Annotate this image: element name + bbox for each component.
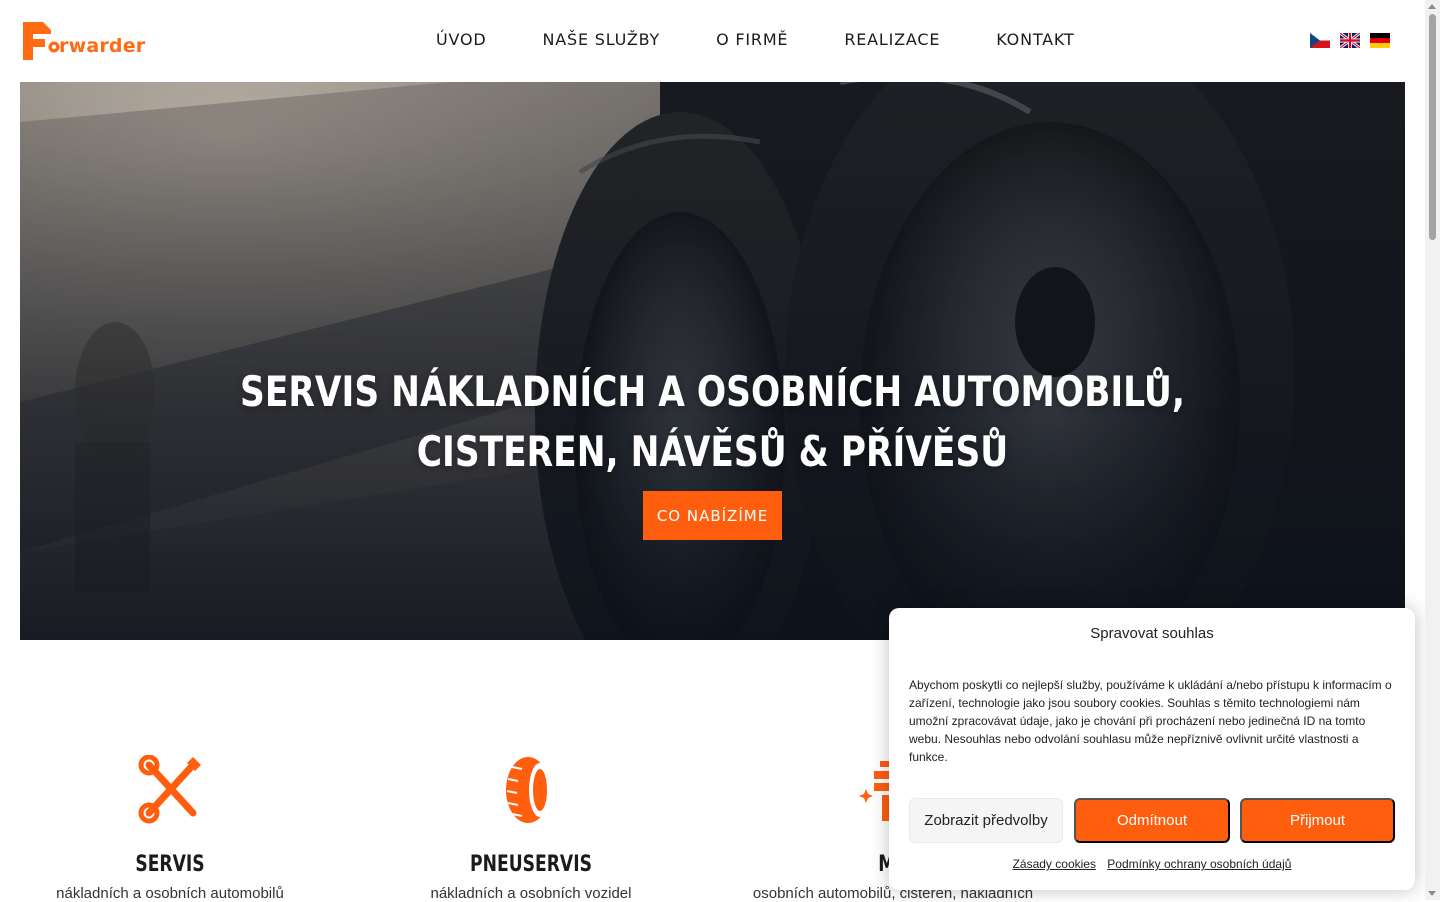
- forwarder-logo[interactable]: rwarder: [21, 20, 145, 62]
- cz-flag-icon[interactable]: [1310, 33, 1330, 48]
- privacy-policy-link[interactable]: Podmínky ochrany osobních údajů: [1107, 857, 1291, 871]
- nav-item-uvod[interactable]: ÚVOD: [408, 30, 515, 49]
- service-subtitle: nákladních a osobních automobilů: [56, 885, 284, 902]
- tools-icon: [138, 754, 201, 824]
- view-preferences-button[interactable]: Zobrazit předvolby: [909, 798, 1063, 843]
- cookie-consent-dialog: Spravovat souhlas Abychom poskytli co ne…: [889, 608, 1415, 890]
- hero-title-line-1: SERVIS NÁKLADNÍCH A OSOBNÍCH AUTOMOBILŮ,: [240, 367, 1185, 417]
- scroll-up-icon[interactable]: [1428, 4, 1436, 9]
- tire-icon: [506, 757, 551, 823]
- cookie-links: Zásady cookies Podmínky ochrany osobních…: [889, 857, 1415, 871]
- nav-item-contact[interactable]: KONTAKT: [968, 30, 1102, 49]
- cookie-policy-link[interactable]: Zásady cookies: [1013, 857, 1096, 871]
- nav-item-projects[interactable]: REALIZACE: [816, 30, 968, 49]
- hero-title: SERVIS NÁKLADNÍCH A OSOBNÍCH AUTOMOBILŮ,…: [145, 362, 1281, 482]
- cookie-title: Spravovat souhlas: [1090, 625, 1214, 642]
- logo-mark-icon: [21, 20, 61, 62]
- hero-banner: SERVIS NÁKLADNÍCH A OSOBNÍCH AUTOMOBILŮ,…: [20, 82, 1405, 640]
- page-scrollbar[interactable]: [1425, 0, 1440, 900]
- main-nav: ÚVOD NAŠE SLUŽBY O FIRMĚ REALIZACE KONTA…: [408, 30, 1103, 49]
- nav-item-about[interactable]: O FIRMĚ: [688, 30, 816, 49]
- uk-flag-icon[interactable]: [1340, 33, 1360, 48]
- site-header: rwarder ÚVOD NAŠE SLUŽBY O FIRMĚ REALIZA…: [0, 0, 1425, 82]
- accept-button[interactable]: Přijmout: [1240, 798, 1395, 843]
- service-servis[interactable]: SERVIS nákladních a osobních automobilů: [20, 754, 320, 902]
- cookie-text: Abychom poskytli co nejlepší služby, pou…: [909, 678, 1392, 764]
- de-flag-icon[interactable]: [1370, 33, 1390, 48]
- service-title: SERVIS: [135, 852, 205, 877]
- logo-text: rwarder: [59, 35, 146, 57]
- scroll-thumb[interactable]: [1429, 14, 1436, 240]
- nav-item-services[interactable]: NAŠE SLUŽBY: [515, 30, 689, 49]
- language-switcher: [1310, 33, 1390, 48]
- hero-truck-tires-image: [20, 82, 1405, 640]
- service-title: PNEUSERVIS: [470, 852, 592, 877]
- scroll-down-icon[interactable]: [1428, 891, 1436, 896]
- service-subtitle: nákladních a osobních vozidel: [430, 885, 632, 902]
- service-pneuservis[interactable]: PNEUSERVIS nákladních a osobních vozidel: [381, 755, 681, 902]
- deny-button[interactable]: Odmítnout: [1074, 798, 1230, 843]
- hero-cta-button[interactable]: CO NABÍZÍME: [643, 491, 782, 540]
- hero-title-line-2: CISTEREN, NÁVĚSŮ & PŘÍVĚSŮ: [416, 427, 1009, 477]
